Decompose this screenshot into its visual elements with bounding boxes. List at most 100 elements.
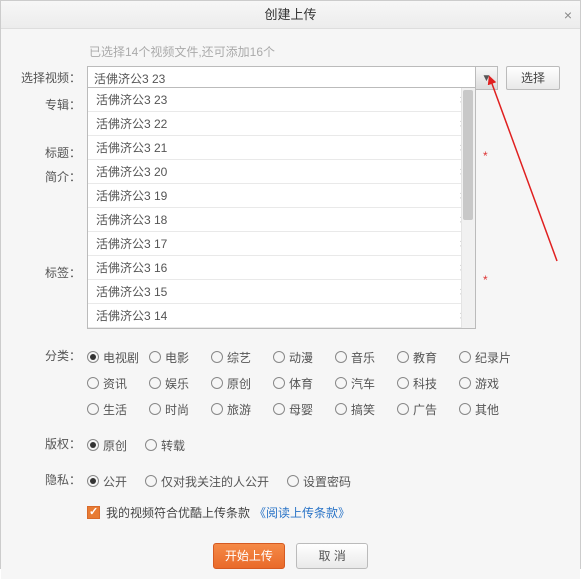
category-radio[interactable]: [87, 377, 99, 389]
window-title: 创建上传: [264, 7, 316, 22]
choose-button[interactable]: 选择: [506, 66, 560, 90]
label-privacy: 隐私：: [21, 468, 87, 492]
label-category: 分类：: [21, 344, 87, 368]
category-radio[interactable]: [149, 377, 161, 389]
category-label: 原创: [227, 375, 251, 392]
category-label: 游戏: [475, 375, 499, 392]
category-radio[interactable]: [149, 351, 161, 363]
dropdown-item[interactable]: 活佛济公3 22×: [88, 112, 475, 136]
video-dropdown: 活佛济公3 23×活佛济公3 22×活佛济公3 21×活佛济公3 20×活佛济公…: [87, 87, 476, 329]
dropdown-item[interactable]: 活佛济公3 23×: [88, 88, 475, 112]
dropdown-item-label: 活佛济公3 22: [96, 112, 167, 136]
copyright-option[interactable]: 转载: [145, 432, 185, 458]
category-radio[interactable]: [459, 377, 471, 389]
category-radio[interactable]: [335, 403, 347, 415]
category-option[interactable]: 游戏: [459, 370, 521, 396]
category-option[interactable]: 体育: [273, 370, 335, 396]
dropdown-item-label: 活佛济公3 17: [96, 232, 167, 256]
category-radio[interactable]: [273, 351, 285, 363]
category-option[interactable]: 母婴: [273, 396, 335, 422]
category-radio[interactable]: [397, 403, 409, 415]
privacy-option[interactable]: 设置密码: [287, 468, 351, 494]
category-radio[interactable]: [459, 351, 471, 363]
category-radio[interactable]: [397, 377, 409, 389]
dropdown-item[interactable]: 活佛济公3 16×: [88, 256, 475, 280]
category-radio[interactable]: [273, 377, 285, 389]
cancel-button[interactable]: 取 消: [296, 543, 368, 569]
category-label: 旅游: [227, 401, 251, 418]
category-option[interactable]: 教育: [397, 344, 459, 370]
dropdown-item[interactable]: 活佛济公3 20×: [88, 160, 475, 184]
category-label: 搞笑: [351, 401, 375, 418]
category-label: 电视剧: [103, 349, 139, 366]
start-upload-button[interactable]: 开始上传: [213, 543, 285, 569]
scrollbar-thumb[interactable]: [463, 90, 473, 220]
category-option[interactable]: 电影: [149, 344, 211, 370]
copyright-option[interactable]: 原创: [87, 432, 127, 458]
category-radio[interactable]: [211, 377, 223, 389]
category-option[interactable]: 生活: [87, 396, 149, 422]
privacy-option[interactable]: 公开: [87, 468, 127, 494]
privacy-radio[interactable]: [87, 475, 99, 487]
agree-row: 我的视频符合优酷上传条款 《阅读上传条款》: [87, 504, 560, 521]
annotation-arrow-icon: [485, 71, 575, 301]
category-option[interactable]: 动漫: [273, 344, 335, 370]
video-combo-value: 活佛济公3 23: [94, 70, 165, 87]
required-asterisk-2: *: [483, 273, 488, 287]
category-option[interactable]: 娱乐: [149, 370, 211, 396]
category-radio[interactable]: [335, 351, 347, 363]
dropdown-scrollbar[interactable]: [461, 88, 475, 328]
category-option[interactable]: 综艺: [211, 344, 273, 370]
label-album: 专辑：: [21, 93, 87, 117]
category-radio-group: 电视剧电影综艺动漫音乐教育 纪录片资讯娱乐原创 体育汽车科技游戏生活时尚旅游 母婴搞笑…: [87, 344, 527, 422]
category-option[interactable]: 旅游: [211, 396, 273, 422]
category-label: 教育: [413, 349, 437, 366]
dropdown-item[interactable]: 活佛济公3 17×: [88, 232, 475, 256]
category-option[interactable]: 汽车: [335, 370, 397, 396]
chevron-down-icon[interactable]: ▼: [475, 67, 497, 89]
dropdown-item-label: 活佛济公3 19: [96, 184, 167, 208]
dropdown-item[interactable]: 活佛济公3 19×: [88, 184, 475, 208]
terms-link[interactable]: 《阅读上传条款》: [254, 504, 350, 521]
copyright-radio[interactable]: [145, 439, 157, 451]
category-option[interactable]: 原创: [211, 370, 273, 396]
category-radio[interactable]: [397, 351, 409, 363]
privacy-radio[interactable]: [287, 475, 299, 487]
category-radio[interactable]: [273, 403, 285, 415]
category-option[interactable]: 科技: [397, 370, 459, 396]
selection-hint: 已选择14个视频文件,还可添加16个: [89, 43, 560, 60]
copyright-radio[interactable]: [87, 439, 99, 451]
dropdown-item-label: 活佛济公3 23: [96, 88, 167, 112]
category-radio[interactable]: [87, 351, 99, 363]
category-option[interactable]: 音乐: [335, 344, 397, 370]
category-radio[interactable]: [459, 403, 471, 415]
privacy-label: 仅对我关注的人公开: [161, 473, 269, 490]
category-label: 纪录片: [475, 349, 511, 366]
dropdown-item[interactable]: 活佛济公3 18×: [88, 208, 475, 232]
privacy-label: 公开: [103, 473, 127, 490]
category-option[interactable]: 搞笑: [335, 396, 397, 422]
category-option[interactable]: 其他: [459, 396, 521, 422]
privacy-option[interactable]: 仅对我关注的人公开: [145, 468, 269, 494]
category-option[interactable]: 时尚: [149, 396, 211, 422]
dropdown-item-label: 活佛济公3 21: [96, 136, 167, 160]
label-copyright: 版权：: [21, 432, 87, 456]
dropdown-item[interactable]: 活佛济公3 14×: [88, 304, 475, 328]
category-radio[interactable]: [149, 403, 161, 415]
dropdown-item[interactable]: 活佛济公3 15×: [88, 280, 475, 304]
category-radio[interactable]: [211, 351, 223, 363]
category-option[interactable]: 广告: [397, 396, 459, 422]
category-radio[interactable]: [87, 403, 99, 415]
dropdown-item[interactable]: 活佛济公3 21×: [88, 136, 475, 160]
agree-checkbox[interactable]: [87, 506, 100, 519]
close-icon[interactable]: ×: [564, 1, 572, 29]
category-option[interactable]: 电视剧: [87, 344, 149, 370]
category-radio[interactable]: [211, 403, 223, 415]
upload-dialog: 创建上传 × 已选择14个视频文件,还可添加16个 选择视频： 活佛济公3 23…: [0, 0, 581, 569]
category-option[interactable]: 纪录片: [459, 344, 521, 370]
row-privacy: 隐私： 公开 仅对我关注的人公开 设置密码: [21, 468, 560, 494]
category-option[interactable]: 资讯: [87, 370, 149, 396]
privacy-radio[interactable]: [145, 475, 157, 487]
label-tags: 标签：: [21, 261, 87, 285]
category-radio[interactable]: [335, 377, 347, 389]
